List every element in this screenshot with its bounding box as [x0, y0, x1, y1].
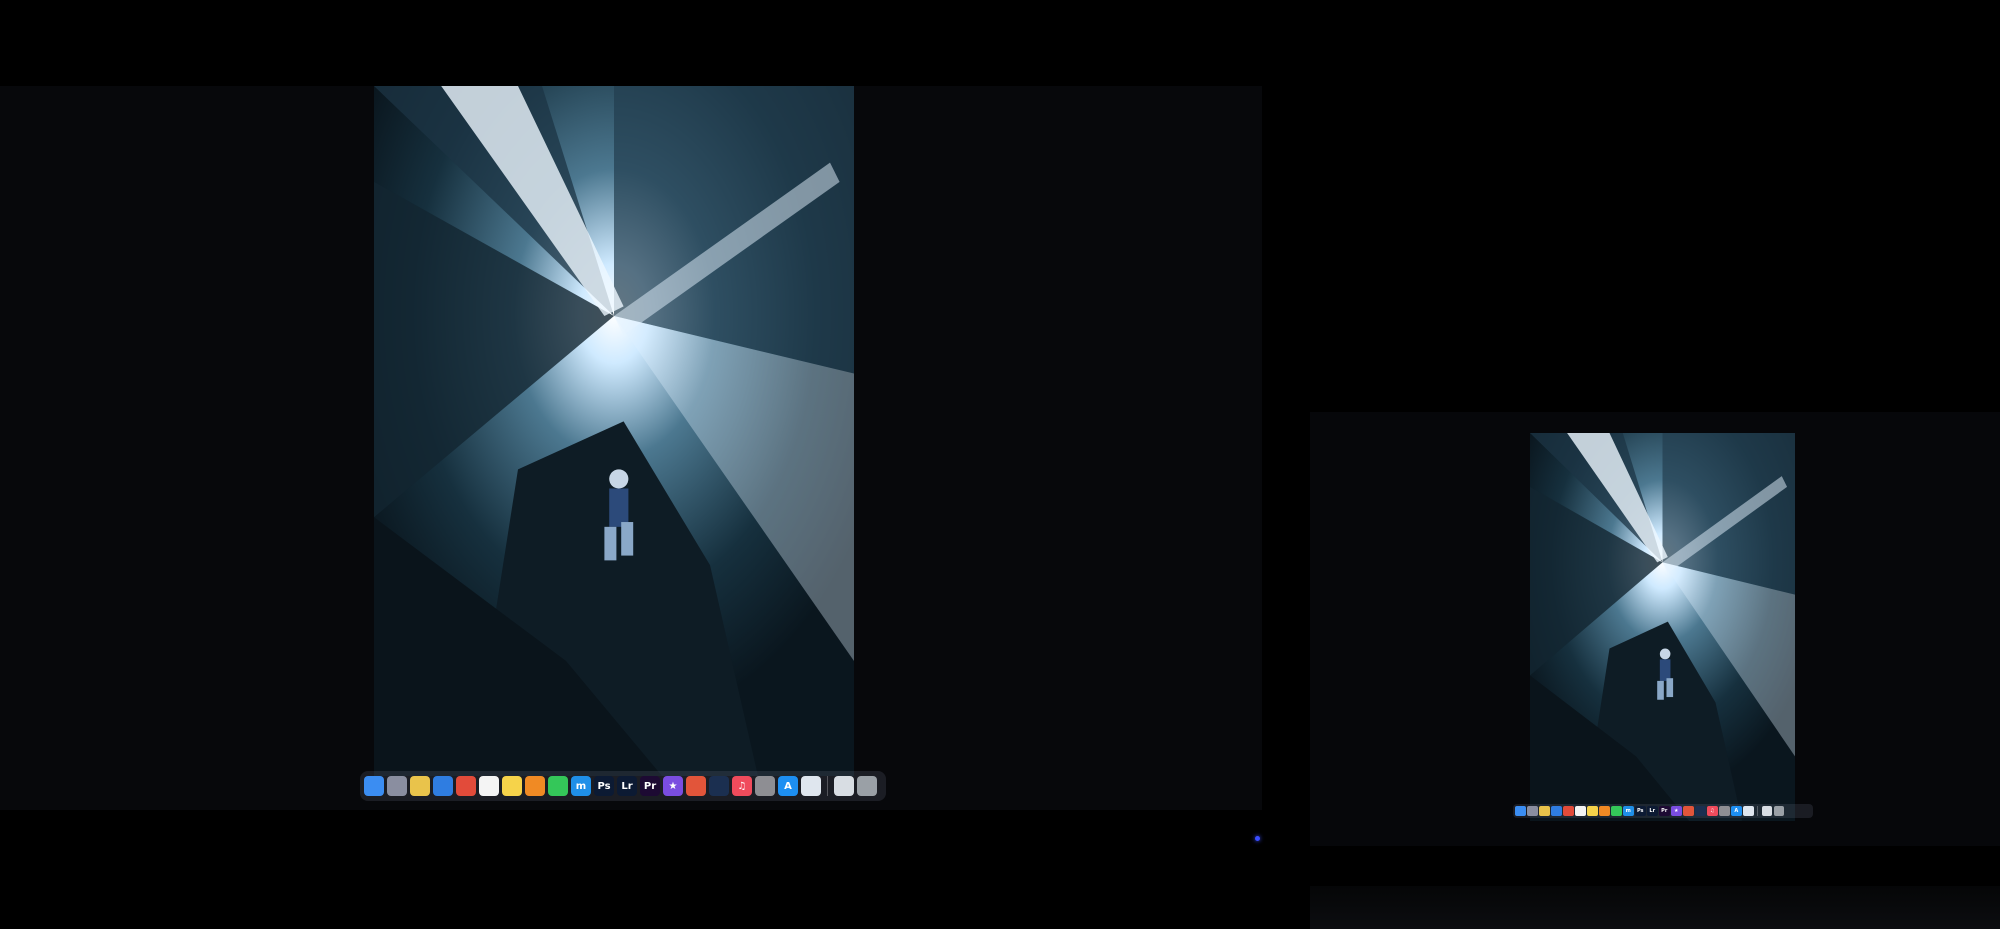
- desktop-wallpaper-small: [1530, 433, 1795, 821]
- premiere-icon[interactable]: Pr: [1659, 805, 1670, 817]
- dock: m Ps Lr Pr ★ ♫ A: [360, 771, 886, 801]
- mail-icon[interactable]: m: [1623, 805, 1634, 817]
- settings-icon[interactable]: [755, 776, 775, 796]
- calendar-icon[interactable]: [1575, 805, 1586, 817]
- desk-surface: [1310, 886, 2000, 929]
- app-store-icon[interactable]: A: [1731, 805, 1742, 817]
- large-monitor-screen: m Ps Lr Pr ★ ♫ A: [0, 86, 1262, 810]
- calendar-icon[interactable]: [479, 776, 499, 796]
- chrome-icon[interactable]: [1563, 805, 1574, 817]
- notes-icon[interactable]: [502, 776, 522, 796]
- downloads-stack-icon[interactable]: [834, 776, 854, 796]
- finder-icon[interactable]: [364, 776, 384, 796]
- trash-icon[interactable]: [857, 776, 877, 796]
- small-monitor-screen: m Ps Lr Pr ★ ♫ A: [1310, 412, 2000, 846]
- messages-icon[interactable]: [1611, 805, 1622, 817]
- notes-icon[interactable]: [1587, 805, 1598, 817]
- trash-icon[interactable]: [1773, 805, 1784, 817]
- imovie-icon[interactable]: ★: [663, 776, 683, 796]
- photos-icon[interactable]: [410, 776, 430, 796]
- finder-icon[interactable]: [1515, 805, 1526, 817]
- messages-icon[interactable]: [548, 776, 568, 796]
- davinci-icon[interactable]: [686, 776, 706, 796]
- dock-separator: [827, 776, 828, 796]
- lightroom-icon[interactable]: Lr: [617, 776, 637, 796]
- music-icon[interactable]: ♫: [1707, 805, 1718, 817]
- preview-icon[interactable]: [801, 776, 821, 796]
- lightroom-icon[interactable]: Lr: [1647, 805, 1658, 817]
- chrome-icon[interactable]: [456, 776, 476, 796]
- downloads-stack-icon[interactable]: [1761, 805, 1772, 817]
- davinci-icon[interactable]: [1683, 805, 1694, 817]
- dock-separator: [1757, 806, 1758, 816]
- app-store-icon[interactable]: A: [778, 776, 798, 796]
- power-indicator-light: [1255, 836, 1260, 841]
- settings-icon[interactable]: [1719, 805, 1730, 817]
- launchpad-icon[interactable]: [1527, 805, 1538, 817]
- premiere-icon[interactable]: Pr: [640, 776, 660, 796]
- pages-icon[interactable]: [1599, 805, 1610, 817]
- photos-icon[interactable]: [1539, 805, 1550, 817]
- mail-icon[interactable]: m: [571, 776, 591, 796]
- imovie-icon[interactable]: ★: [1671, 805, 1682, 817]
- safari-icon[interactable]: [1551, 805, 1562, 817]
- dock-small: m Ps Lr Pr ★ ♫ A: [1513, 804, 1813, 818]
- photoshop-icon[interactable]: Ps: [1635, 805, 1646, 817]
- photoshop-icon[interactable]: Ps: [594, 776, 614, 796]
- preview-icon[interactable]: [1743, 805, 1754, 817]
- music-icon[interactable]: ♫: [732, 776, 752, 796]
- pages-icon[interactable]: [525, 776, 545, 796]
- quicktime-icon[interactable]: [1695, 805, 1706, 817]
- desktop-wallpaper-large: [374, 86, 854, 776]
- safari-icon[interactable]: [433, 776, 453, 796]
- quicktime-icon[interactable]: [709, 776, 729, 796]
- launchpad-icon[interactable]: [387, 776, 407, 796]
